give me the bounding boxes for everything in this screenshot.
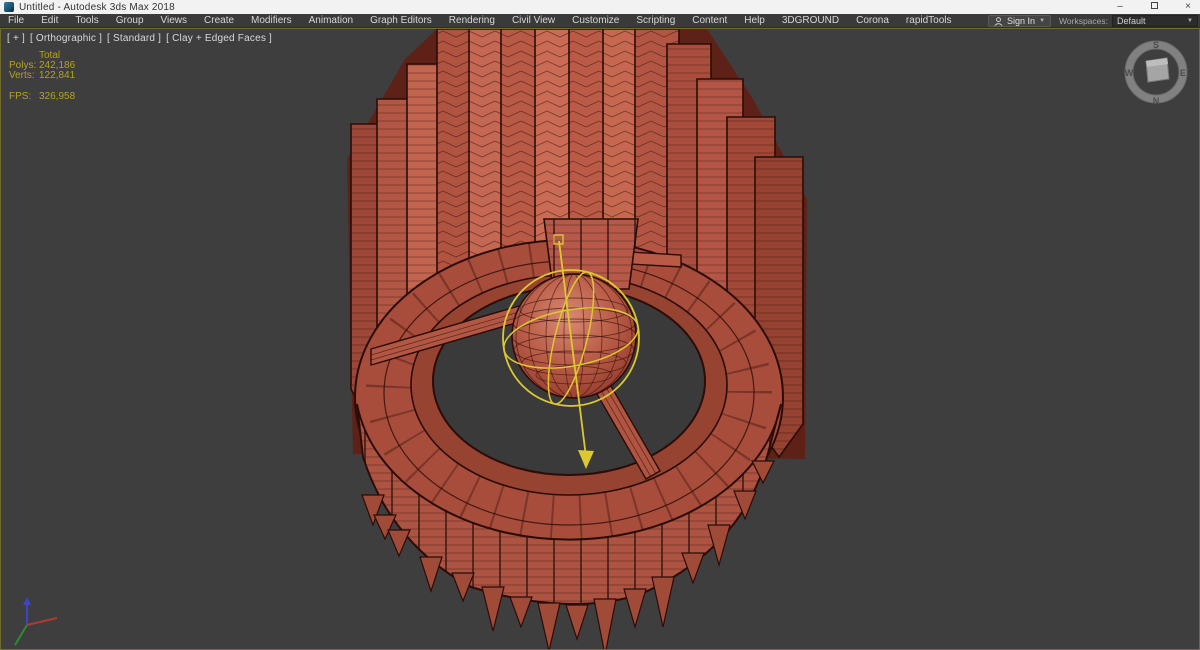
menu-edit[interactable]: Edit	[41, 15, 58, 26]
workspace-value: Default	[1117, 16, 1146, 26]
statistics-overlay: Total Polys: 242,186 Verts: 122,841 FPS:…	[9, 51, 75, 102]
menu-animation[interactable]: Animation	[309, 15, 353, 26]
sign-in-button[interactable]: Sign In ▼	[988, 15, 1052, 27]
viewport[interactable]: [ + ] [ Orthographic ] [ Standard ] [ Cl…	[0, 28, 1200, 650]
stats-fps-label: FPS:	[9, 91, 32, 102]
compass-west[interactable]: W	[1125, 68, 1134, 78]
menu-group[interactable]: Group	[116, 15, 144, 26]
stats-fps-value: 326,958	[39, 91, 76, 102]
menu-civil-view[interactable]: Civil View	[512, 15, 555, 26]
menu-create[interactable]: Create	[204, 15, 234, 26]
compass-east[interactable]: E	[1180, 68, 1186, 78]
compass-north[interactable]: N	[1153, 96, 1160, 106]
menu-content[interactable]: Content	[692, 15, 727, 26]
menu-help[interactable]: Help	[744, 15, 765, 26]
viewcube[interactable]: S E N W	[1119, 35, 1193, 109]
workspace-dropdown[interactable]: Default ▼	[1112, 15, 1198, 27]
menu-graph-editors[interactable]: Graph Editors	[370, 15, 432, 26]
menu-bar: File Edit Tools Group Views Create Modif…	[0, 14, 1200, 28]
close-icon[interactable]: ×	[1182, 0, 1194, 14]
menu-tools[interactable]: Tools	[75, 15, 98, 26]
window-title: Untitled - Autodesk 3ds Max 2018	[19, 1, 175, 13]
menu-corona[interactable]: Corona	[856, 15, 889, 26]
menu-views[interactable]: Views	[161, 15, 188, 26]
scene-3d-model[interactable]	[1, 29, 1199, 649]
viewport-menu-pov[interactable]: [ Orthographic ]	[30, 33, 102, 44]
menu-scripting[interactable]: Scripting	[636, 15, 675, 26]
menu-3dground[interactable]: 3DGROUND	[782, 15, 839, 26]
maximize-icon[interactable]	[1148, 0, 1160, 14]
viewport-menu-style[interactable]: [ Standard ]	[107, 33, 161, 44]
workspaces-label: Workspaces:	[1059, 16, 1108, 26]
sign-in-caret-icon: ▼	[1039, 18, 1046, 24]
window-titlebar: Untitled - Autodesk 3ds Max 2018 – ×	[0, 0, 1200, 14]
person-icon	[994, 16, 1003, 26]
stats-verts-label: Verts:	[9, 70, 35, 81]
menu-customize[interactable]: Customize	[572, 15, 619, 26]
viewport-label: [ + ] [ Orthographic ] [ Standard ] [ Cl…	[7, 33, 274, 44]
menu-rapidtools[interactable]: rapidTools	[906, 15, 952, 26]
menu-file[interactable]: File	[8, 15, 24, 26]
stats-verts-value: 122,841	[39, 70, 76, 81]
workspace-caret-icon: ▼	[1187, 18, 1193, 24]
compass-south[interactable]: S	[1153, 40, 1159, 50]
app-icon	[4, 2, 14, 12]
minimize-icon[interactable]: –	[1114, 0, 1126, 14]
viewport-menu-general[interactable]: [ + ]	[7, 33, 25, 44]
sign-in-label: Sign In	[1007, 16, 1036, 26]
menu-modifiers[interactable]: Modifiers	[251, 15, 292, 26]
world-axis-tripod	[14, 597, 58, 646]
menu-rendering[interactable]: Rendering	[449, 15, 495, 26]
viewport-menu-shading[interactable]: [ Clay + Edged Faces ]	[166, 33, 272, 44]
